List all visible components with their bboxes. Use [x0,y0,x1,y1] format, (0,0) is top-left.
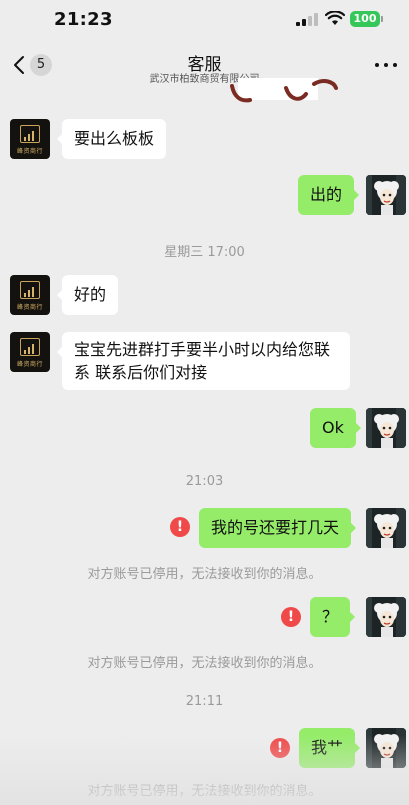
delivery-failed-notice: 对方账号已停用，无法接收到你的消息。 [87,656,322,671]
chat-header: 5 客服 武汉市柏致商贸有限公司 [0,38,409,90]
message-bubble-outgoing[interactable]: 我艹 [299,728,361,768]
cellular-signal-icon [296,13,318,26]
wifi-icon [325,11,345,25]
user-avatar[interactable] [366,408,406,448]
message-bubble-outgoing[interactable]: Ok [310,408,361,448]
timestamp: 星期三 17:00 [164,245,245,260]
user-avatar[interactable] [366,508,406,548]
send-failed-icon[interactable]: ! [281,607,301,627]
status-bar: 21:23 100 [0,0,409,38]
shop-avatar-text: 峰资商行 [16,361,43,368]
timestamp: 21:11 [185,694,224,709]
cartoon-sheep-icon [366,597,406,637]
user-avatar[interactable] [366,728,406,768]
message-bubble-outgoing[interactable]: ？ [310,597,356,637]
shop-avatar-text: 峰资商行 [16,304,43,311]
chat-subtitle: 武汉市柏致商贸有限公司 [149,74,260,85]
battery-tip [381,16,383,22]
cartoon-sheep-icon [366,508,406,548]
cartoon-sheep-icon [366,728,406,768]
cartoon-sheep-icon [366,408,406,448]
delivery-failed-notice: 对方账号已停用，无法接收到你的消息。 [87,567,322,582]
shop-avatar-text: 峰资商行 [16,148,43,155]
message-bubble-outgoing[interactable]: 我的号还要打几天 [199,508,357,548]
send-failed-icon[interactable]: ! [170,517,190,537]
user-avatar[interactable] [366,597,406,637]
shop-avatar[interactable]: 峰资商行 [10,119,50,159]
status-time: 21:23 [54,9,113,30]
shop-avatar[interactable]: 峰资商行 [10,332,50,372]
more-dots-icon[interactable] [375,63,397,69]
shop-avatar[interactable]: 峰资商行 [10,275,50,315]
message-bubble-incoming[interactable]: 好的 [56,275,119,315]
send-failed-icon[interactable]: ! [270,738,290,758]
delivery-failed-notice: 对方账号已停用，无法接收到你的消息。 [87,784,322,799]
user-avatar[interactable] [366,175,406,215]
battery-icon: 100 [350,11,380,27]
partial-image-message[interactable] [228,78,340,104]
cartoon-sheep-icon [366,175,406,215]
message-bubble-outgoing[interactable]: 出的 [298,175,360,215]
timestamp: 21:03 [185,474,224,489]
message-bubble-incoming[interactable]: 宝宝先进群打手要半小时以内给您联系 联系后你们对接 [57,332,350,390]
message-bubble-incoming[interactable]: 要出么板板 [56,119,167,159]
